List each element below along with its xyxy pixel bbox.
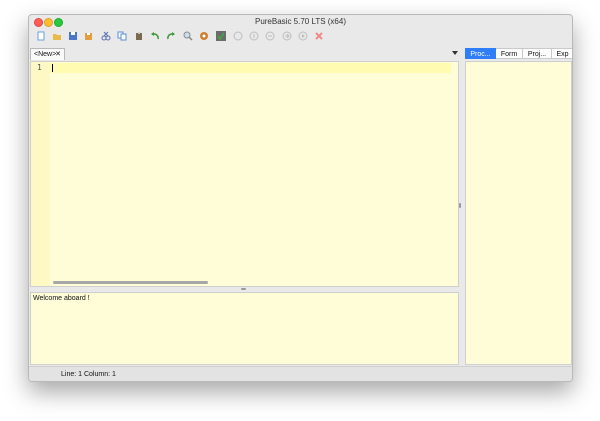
- paste-icon: [136, 32, 142, 40]
- zoom-window-button[interactable]: [54, 18, 63, 27]
- paste-button[interactable]: [133, 30, 145, 42]
- scissors-icon: [101, 31, 111, 41]
- cut-button[interactable]: [100, 30, 112, 42]
- open-file-button[interactable]: [51, 30, 63, 42]
- close-tab-icon[interactable]: ✕: [55, 49, 61, 61]
- step-icon: [249, 31, 259, 41]
- toolbar: [29, 28, 572, 45]
- undo-button[interactable]: [149, 30, 161, 42]
- redo-button[interactable]: [165, 30, 177, 42]
- side-tab-1[interactable]: Form: [496, 48, 523, 59]
- copy-icon: [117, 31, 127, 41]
- side-tab-0[interactable]: Proc...: [465, 48, 496, 59]
- minimize-window-button[interactable]: [44, 18, 53, 27]
- stop-icon: [233, 31, 243, 41]
- debugger-button[interactable]: [215, 30, 227, 42]
- text-caret: [52, 64, 53, 72]
- editor-tab-row: <New> ✕: [29, 47, 461, 61]
- cursor-position-status: Line: 1 Column: 1: [61, 371, 116, 378]
- find-button[interactable]: [182, 30, 194, 42]
- save-as-icon: [85, 33, 92, 40]
- new-file-button[interactable]: [35, 30, 47, 42]
- save-as-button[interactable]: [83, 30, 95, 42]
- step-button[interactable]: [248, 30, 260, 42]
- tab-menu-chevron-icon[interactable]: [452, 51, 458, 55]
- editor-tab-label: <New>: [34, 51, 57, 58]
- compile-run-button[interactable]: [198, 30, 210, 42]
- save-icon: [69, 32, 77, 40]
- kill-icon: [315, 32, 323, 40]
- step-out-button[interactable]: [281, 30, 293, 42]
- output-message: Welcome aboard !: [33, 295, 90, 302]
- ide-window: PureBasic 5.70 LTS (x64) <New> ✕ 1 Welco…: [28, 14, 573, 382]
- close-window-button[interactable]: [34, 18, 43, 27]
- editor-tab-new[interactable]: <New> ✕: [30, 48, 65, 60]
- step-over-button[interactable]: [264, 30, 276, 42]
- save-button[interactable]: [67, 30, 79, 42]
- side-panel-tabs: Proc... Form Proj... Exp: [465, 48, 572, 60]
- title-bar[interactable]: PureBasic 5.70 LTS (x64): [29, 15, 572, 28]
- line-number-gutter: 1: [31, 62, 50, 286]
- side-tab-3[interactable]: Exp: [552, 48, 572, 59]
- current-line-highlight: [50, 63, 451, 73]
- output-panel: Welcome aboard !: [30, 292, 459, 365]
- kill-button[interactable]: [313, 30, 325, 42]
- status-bar: Line: 1 Column: 1: [29, 366, 572, 381]
- horizontal-scrollbar[interactable]: [53, 281, 208, 284]
- stop-button[interactable]: [232, 30, 244, 42]
- editor-output-splitter[interactable]: [241, 288, 246, 290]
- continue-icon: [298, 31, 308, 41]
- open-folder-icon: [53, 34, 61, 40]
- code-editor[interactable]: 1: [30, 61, 459, 287]
- window-title: PureBasic 5.70 LTS (x64): [254, 17, 346, 26]
- step-over-icon: [265, 31, 275, 41]
- new-file-icon: [37, 31, 45, 41]
- find-icon: [183, 31, 193, 41]
- compile-icon: [200, 32, 208, 40]
- debugger-icon: [216, 31, 226, 41]
- side-panel-splitter[interactable]: [459, 203, 461, 208]
- side-panel: [465, 61, 572, 365]
- side-tab-2[interactable]: Proj...: [523, 48, 552, 59]
- undo-icon: [151, 32, 159, 40]
- step-out-icon: [282, 31, 292, 41]
- continue-button[interactable]: [297, 30, 309, 42]
- copy-button[interactable]: [116, 30, 128, 42]
- redo-icon: [167, 32, 175, 40]
- line-number: 1: [37, 63, 42, 72]
